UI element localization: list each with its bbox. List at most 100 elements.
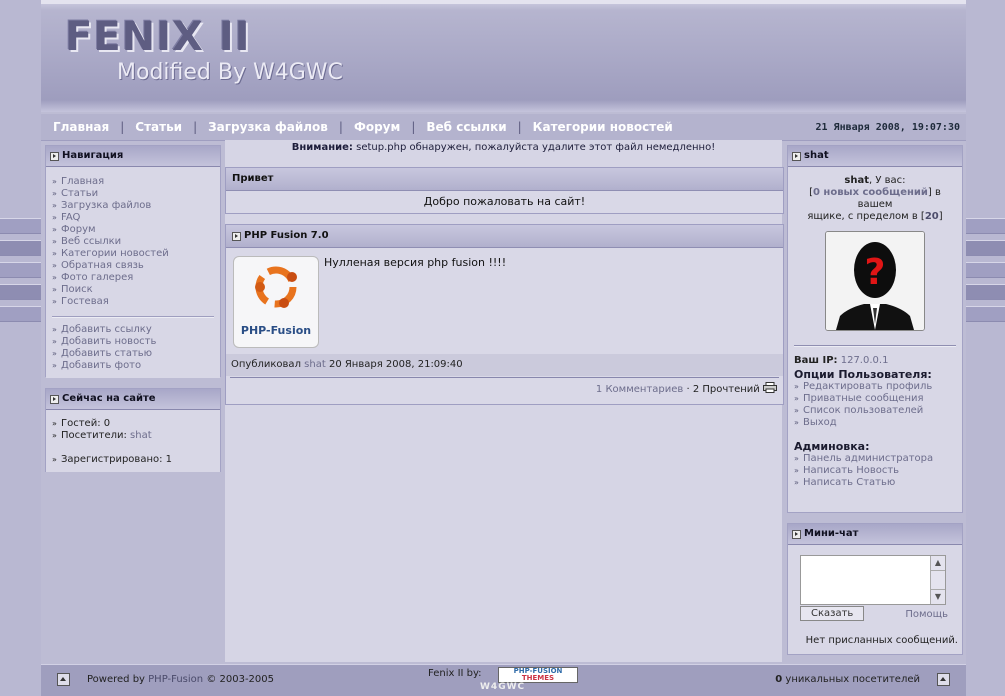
admin-link[interactable]: Написать Статью bbox=[794, 477, 956, 489]
php-fusion-link[interactable]: PHP-Fusion bbox=[148, 674, 203, 685]
user-option-link[interactable]: Приватные сообщения bbox=[794, 393, 956, 405]
nav-separator: | bbox=[338, 120, 343, 134]
shoutbox-empty-message: Нет присланных сообщений. bbox=[805, 635, 958, 646]
navigation-link[interactable]: Поиск bbox=[52, 284, 214, 296]
welcome-title: Привет bbox=[226, 168, 783, 191]
right-decoration bbox=[963, 218, 1005, 338]
nav-item[interactable]: Форум bbox=[354, 120, 400, 134]
panel-bullet-icon bbox=[50, 152, 59, 161]
user-option-link[interactable]: Список пользователей bbox=[794, 405, 956, 417]
comments-link[interactable]: 1 Комментариев bbox=[596, 384, 683, 395]
submit-link[interactable]: Добавить новость bbox=[52, 336, 214, 348]
registered-count: » Зарегистрировано: 1 bbox=[52, 454, 173, 465]
navigation-link[interactable]: Категории новостей bbox=[52, 248, 214, 260]
user-panel: shat shat, У вас: [0 новых сообщений] в … bbox=[787, 145, 963, 513]
navigation-link[interactable]: Гостевая bbox=[52, 296, 214, 308]
news-category-image: PHP-Fusion bbox=[233, 256, 319, 348]
navigation-link[interactable]: Статьи bbox=[52, 188, 214, 200]
new-messages-link[interactable]: 0 новых сообщений bbox=[813, 187, 928, 198]
panel-bullet-icon bbox=[50, 395, 59, 404]
site-footer: Powered by PHP-Fusion © 2003-2005 Fenix … bbox=[41, 664, 966, 696]
nav-item[interactable]: Категории новостей bbox=[533, 120, 673, 134]
welcome-box: Привет Добро пожаловать на сайт! bbox=[225, 167, 784, 214]
guests-count: » Гостей: 0 bbox=[52, 418, 111, 429]
ubuntu-logo-icon bbox=[255, 266, 297, 308]
navigation-panel: Навигация ГлавнаяСтатьиЗагрузка файловFA… bbox=[45, 145, 221, 378]
nav-item[interactable]: Главная bbox=[53, 120, 109, 134]
online-panel: Сейчас на сайте » Гостей: 0 » Посетители: … bbox=[45, 388, 221, 472]
nav-separator: | bbox=[193, 120, 198, 134]
messages-limit: ящике, с пределом в [20] bbox=[807, 211, 943, 222]
admin-title: Админовка: bbox=[794, 440, 870, 453]
left-decoration bbox=[0, 218, 42, 338]
panel-bullet-icon bbox=[792, 152, 801, 161]
powered-by: Powered by PHP-Fusion © 2003-2005 bbox=[87, 674, 274, 685]
user-panel-title: shat bbox=[788, 146, 962, 167]
navigation-link[interactable]: Веб ссылки bbox=[52, 236, 214, 248]
nav-item[interactable]: Статьи bbox=[135, 120, 182, 134]
navigation-link[interactable]: Загрузка файлов bbox=[52, 200, 214, 212]
unknown-user-icon: ? bbox=[826, 232, 924, 330]
admin-link[interactable]: Написать Новость bbox=[794, 465, 956, 477]
page: FENIX II Modified By W4GWC Главная | Стать… bbox=[41, 0, 966, 695]
members-online: » Посетители: shat bbox=[52, 430, 152, 441]
user-options-title: Опции Пользователя: bbox=[794, 368, 932, 381]
nav-separator: | bbox=[411, 120, 416, 134]
scroll-top-icon-right[interactable] bbox=[937, 673, 950, 686]
unique-visitors: 0 уникальных посетителей bbox=[775, 674, 920, 685]
submit-links: Добавить ссылкуДобавить новостьДобавить … bbox=[52, 324, 214, 372]
nav-links: Главная | Статьи | Загрузка файлов | Форум | Веб… bbox=[53, 120, 673, 134]
news-body: Нулленая версия php fusion !!!! bbox=[324, 256, 507, 269]
navigation-links: ГлавнаяСтатьиЗагрузка файловFAQФорумВеб … bbox=[52, 176, 214, 308]
theme-credit: Fenix II by: bbox=[428, 668, 482, 679]
messages-info: [0 новых сообщений] в вашем bbox=[809, 187, 941, 210]
panel-bullet-icon bbox=[792, 530, 801, 539]
news-item: PHP Fusion 7.0 PHP-Fusion Нулленая верси… bbox=[225, 224, 784, 405]
reads-count: 2 Прочтений bbox=[692, 384, 760, 395]
online-panel-title: Сейчас на сайте bbox=[46, 389, 220, 410]
welcome-text: Добро пожаловать на сайт! bbox=[423, 195, 586, 208]
logo-title: FENIX II bbox=[65, 14, 251, 60]
shout-button[interactable]: Сказать bbox=[800, 606, 865, 621]
user-option-link[interactable]: Выход bbox=[794, 417, 956, 429]
news-author-link[interactable]: shat bbox=[304, 359, 326, 370]
logo-subtitle: Modified By W4GWC bbox=[117, 60, 343, 85]
nav-item[interactable]: Веб ссылки bbox=[426, 120, 506, 134]
scroll-down-icon[interactable]: ▼ bbox=[931, 589, 945, 604]
php-fusion-themes-badge[interactable]: PHP-FUSION THEMES bbox=[498, 667, 578, 683]
navigation-link[interactable]: Обратная связь bbox=[52, 260, 214, 272]
news-title[interactable]: PHP Fusion 7.0 bbox=[226, 225, 783, 248]
member-link[interactable]: shat bbox=[130, 430, 152, 441]
current-datetime: 21 Января 2008, 19:07:30 bbox=[815, 122, 961, 133]
shoutbox-scrollbar[interactable]: ▲ ▼ bbox=[930, 556, 945, 604]
admin-link[interactable]: Панель администратора bbox=[794, 453, 956, 465]
main-content: Внимание: setup.php обнаружен, пожалуйст… bbox=[225, 140, 784, 662]
submit-link[interactable]: Добавить статью bbox=[52, 348, 214, 360]
site-header: FENIX II Modified By W4GWC bbox=[41, 0, 966, 112]
news-bullet-icon bbox=[232, 232, 241, 241]
user-options: Редактировать профильПриватные сообщения… bbox=[794, 381, 956, 429]
news-posted-info: Опубликовал shat 20 Января 2008, 21:09:4… bbox=[226, 354, 783, 376]
scroll-up-icon[interactable]: ▲ bbox=[931, 556, 945, 571]
user-avatar: ? bbox=[825, 231, 925, 331]
w4gwc-label: W4GWC bbox=[480, 682, 526, 692]
admin-links: Панель администратораНаписать НовостьНап… bbox=[794, 453, 956, 489]
shoutbox-input[interactable]: ▲ ▼ bbox=[800, 555, 946, 605]
navigation-link[interactable]: Главная bbox=[52, 176, 214, 188]
svg-text:?: ? bbox=[865, 252, 886, 293]
navigation-link[interactable]: Форум bbox=[52, 224, 214, 236]
nav-item[interactable]: Загрузка файлов bbox=[208, 120, 328, 134]
submit-link[interactable]: Добавить ссылку bbox=[52, 324, 214, 336]
print-icon[interactable] bbox=[763, 382, 777, 393]
user-greeting: shat, У вас: bbox=[844, 175, 906, 186]
navigation-panel-title: Навигация bbox=[46, 146, 220, 167]
setup-warning: Внимание: setup.php обнаружен, пожалуйст… bbox=[291, 142, 716, 153]
submit-link[interactable]: Добавить фото bbox=[52, 360, 214, 372]
nav-separator: | bbox=[517, 120, 522, 134]
navigation-link[interactable]: FAQ bbox=[52, 212, 214, 224]
navigation-link[interactable]: Фото галерея bbox=[52, 272, 214, 284]
user-option-link[interactable]: Редактировать профиль bbox=[794, 381, 956, 393]
shoutbox-help-link[interactable]: Помощь bbox=[905, 609, 948, 620]
shoutbox-panel-title: Мини-чат bbox=[788, 524, 962, 545]
scroll-top-icon[interactable] bbox=[57, 673, 70, 686]
